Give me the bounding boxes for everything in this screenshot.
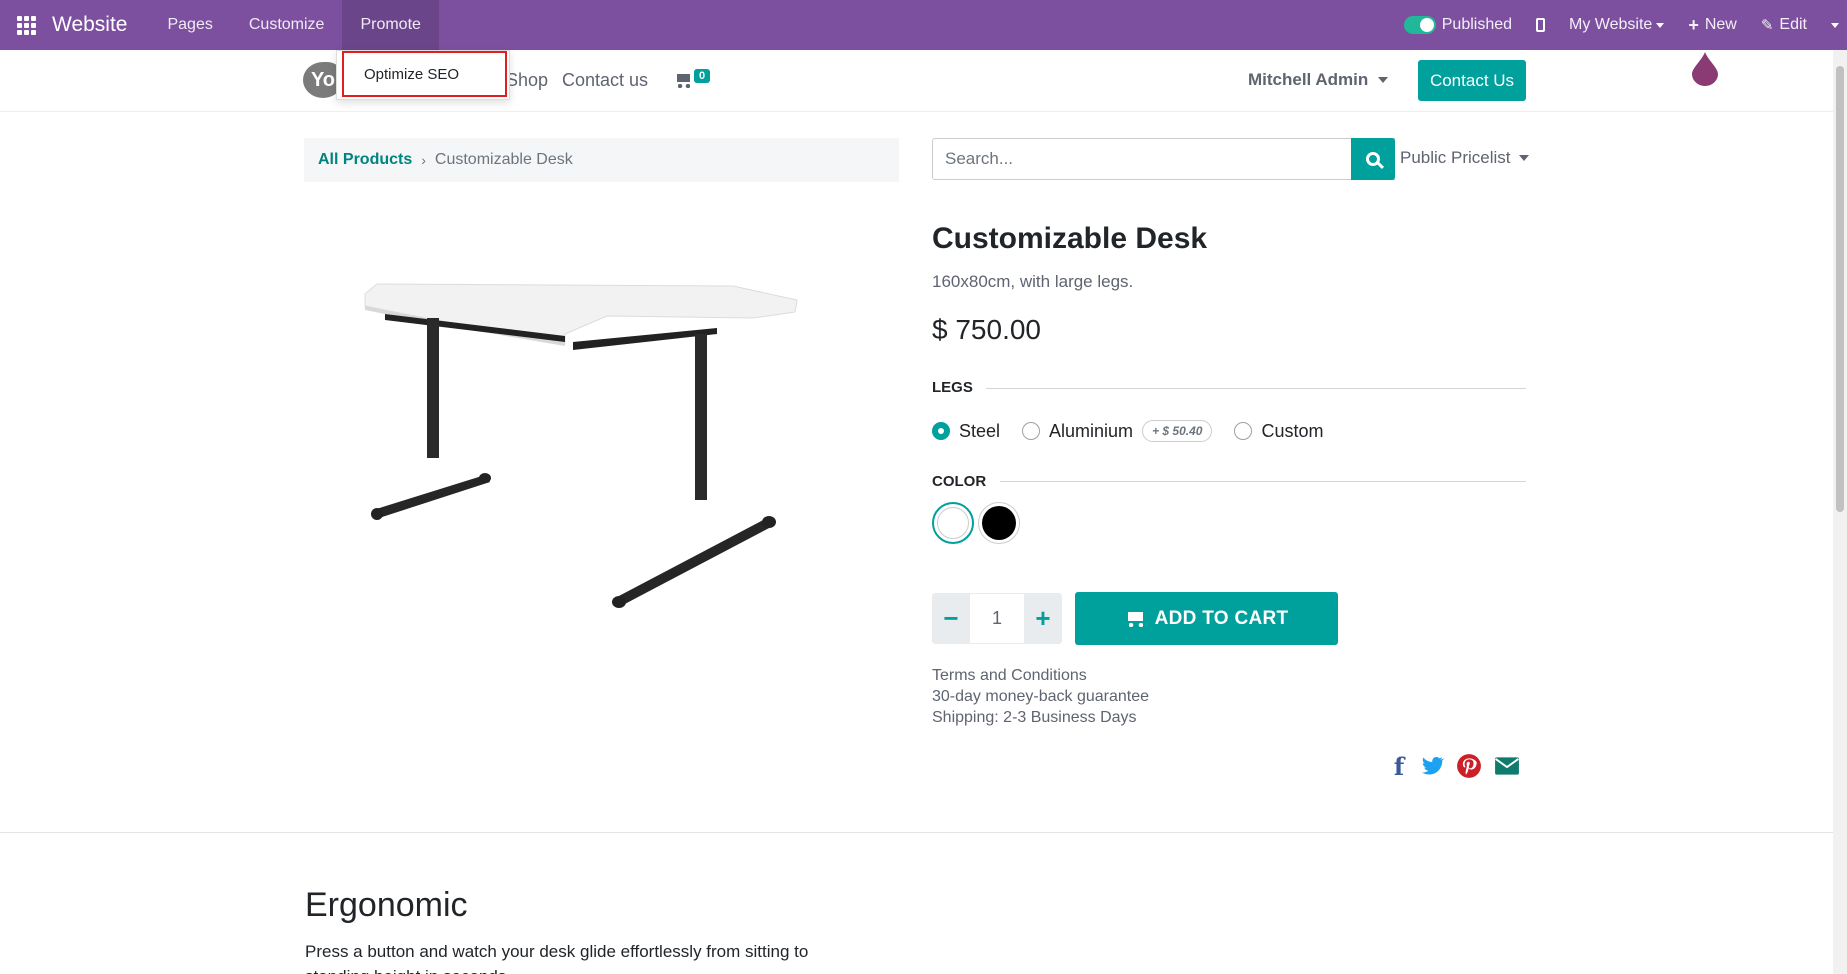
nav-shop[interactable]: Shop <box>506 70 548 91</box>
apps-grid-icon <box>16 15 36 35</box>
color-swatch-black[interactable] <box>978 502 1020 544</box>
optimize-seo-menu-item[interactable]: Optimize SEO <box>342 51 507 97</box>
caret-down-icon <box>1378 77 1389 83</box>
cart-count-badge: 0 <box>694 69 711 83</box>
guarantee-text: 30-day money-back guarantee <box>932 688 1150 705</box>
color-divider <box>1000 481 1526 482</box>
breadcrumb-current: Customizable Desk <box>434 151 573 168</box>
search-icon <box>1366 152 1380 166</box>
option-aluminium-label[interactable]: Aluminium <box>1049 421 1133 442</box>
section-text: Press a button and watch your desk glide… <box>305 942 809 974</box>
contact-us-button[interactable]: Contact Us <box>1418 60 1526 101</box>
terms-link[interactable]: Terms and Conditions <box>932 667 1087 685</box>
nav-contact-us[interactable]: Contact us <box>562 70 648 91</box>
quantity-input[interactable]: 1 <box>970 593 1024 644</box>
color-attribute-label: COLOR <box>932 473 987 490</box>
pinterest-icon[interactable] <box>1456 752 1482 780</box>
droplet-icon <box>1692 52 1718 86</box>
pricelist-selector[interactable]: Public Pricelist <box>1400 148 1529 168</box>
plus-icon: + <box>1688 14 1699 35</box>
edit-dropdown-toggle[interactable] <box>1819 0 1847 50</box>
add-to-cart-label: ADD TO CART <box>1154 607 1289 629</box>
radio-steel[interactable] <box>932 422 950 440</box>
search-button[interactable] <box>1351 138 1395 180</box>
page-scrollbar[interactable] <box>1833 50 1847 974</box>
edit-label: Edit <box>1779 16 1807 33</box>
radio-custom[interactable] <box>1234 422 1253 440</box>
decrease-quantity-button[interactable]: − <box>932 593 970 644</box>
promote-dropdown-menu: Optimize SEO <box>336 50 510 100</box>
shopping-cart-icon <box>674 72 692 88</box>
user-menu[interactable]: Mitchell Admin <box>1248 70 1389 90</box>
option-steel-label[interactable]: Steel <box>959 421 1000 442</box>
caret-down-icon <box>1656 22 1665 28</box>
new-label: New <box>1704 16 1737 33</box>
user-name: Mitchell Admin <box>1248 70 1369 89</box>
menu-promote[interactable]: Promote <box>342 0 439 50</box>
mobile-preview-button[interactable] <box>1524 0 1557 50</box>
site-header: Yo Shop Contact us 0 Mitchell Admin Cont… <box>0 50 1833 112</box>
breadcrumb-all-products[interactable]: All Products <box>318 151 412 169</box>
product-price: $ 750.00 <box>932 314 1041 345</box>
caret-down-icon <box>1831 22 1839 28</box>
site-selector[interactable]: My Website <box>1557 0 1676 50</box>
legs-divider <box>986 388 1526 389</box>
website-admin-bar: Website Pages Customize Promote Publishe… <box>0 0 1847 50</box>
menu-pages[interactable]: Pages <box>149 0 230 50</box>
pencil-icon: ✎ <box>1760 17 1774 34</box>
price-extra-badge: + $ 50.40 <box>1142 420 1213 442</box>
color-swatch-white[interactable] <box>932 502 974 544</box>
search-input[interactable]: Search... <box>932 138 1395 180</box>
published-toggle[interactable]: Published <box>1392 0 1524 50</box>
published-label: Published <box>1441 16 1513 33</box>
option-custom-label[interactable]: Custom <box>1261 421 1323 442</box>
envelope-icon[interactable] <box>1494 752 1520 780</box>
pricelist-label: Public Pricelist <box>1400 148 1511 167</box>
product-subtitle: 160x80cm, with large legs. <box>932 272 1134 291</box>
app-brand[interactable]: Website <box>52 13 149 37</box>
section-divider <box>0 832 1833 833</box>
cart-link[interactable]: 0 <box>674 69 711 88</box>
radio-aluminium[interactable] <box>1022 422 1041 440</box>
facebook-icon[interactable]: f <box>1386 752 1412 781</box>
shipping-text: Shipping: 2-3 Business Days <box>932 709 1137 726</box>
site-selector-label: My Website <box>1569 16 1653 33</box>
legs-attribute-label: LEGS <box>932 379 973 396</box>
quantity-stepper: − 1 + <box>932 593 1062 644</box>
shopping-cart-icon <box>1125 610 1145 627</box>
chevron-right-icon: › <box>421 152 426 168</box>
toggle-switch-icon <box>1403 16 1436 34</box>
twitter-icon[interactable] <box>1419 752 1445 780</box>
breadcrumb: All Products › Customizable Desk <box>304 138 899 182</box>
menu-customize[interactable]: Customize <box>231 0 343 50</box>
apps-menu-button[interactable] <box>0 0 52 50</box>
mobile-icon <box>1536 18 1546 32</box>
section-heading: Ergonomic <box>305 886 468 924</box>
new-button[interactable]: + New <box>1676 0 1749 50</box>
product-image[interactable] <box>355 270 855 610</box>
legs-options: Steel Aluminium + $ 50.40 Custom <box>932 420 1323 442</box>
edit-button[interactable]: ✎ Edit <box>1749 0 1819 50</box>
increase-quantity-button[interactable]: + <box>1024 593 1062 644</box>
add-to-cart-button[interactable]: ADD TO CART <box>1075 592 1338 645</box>
caret-down-icon <box>1518 155 1529 161</box>
product-title: Customizable Desk <box>932 222 1208 255</box>
scrollbar-thumb[interactable] <box>1836 66 1844 512</box>
